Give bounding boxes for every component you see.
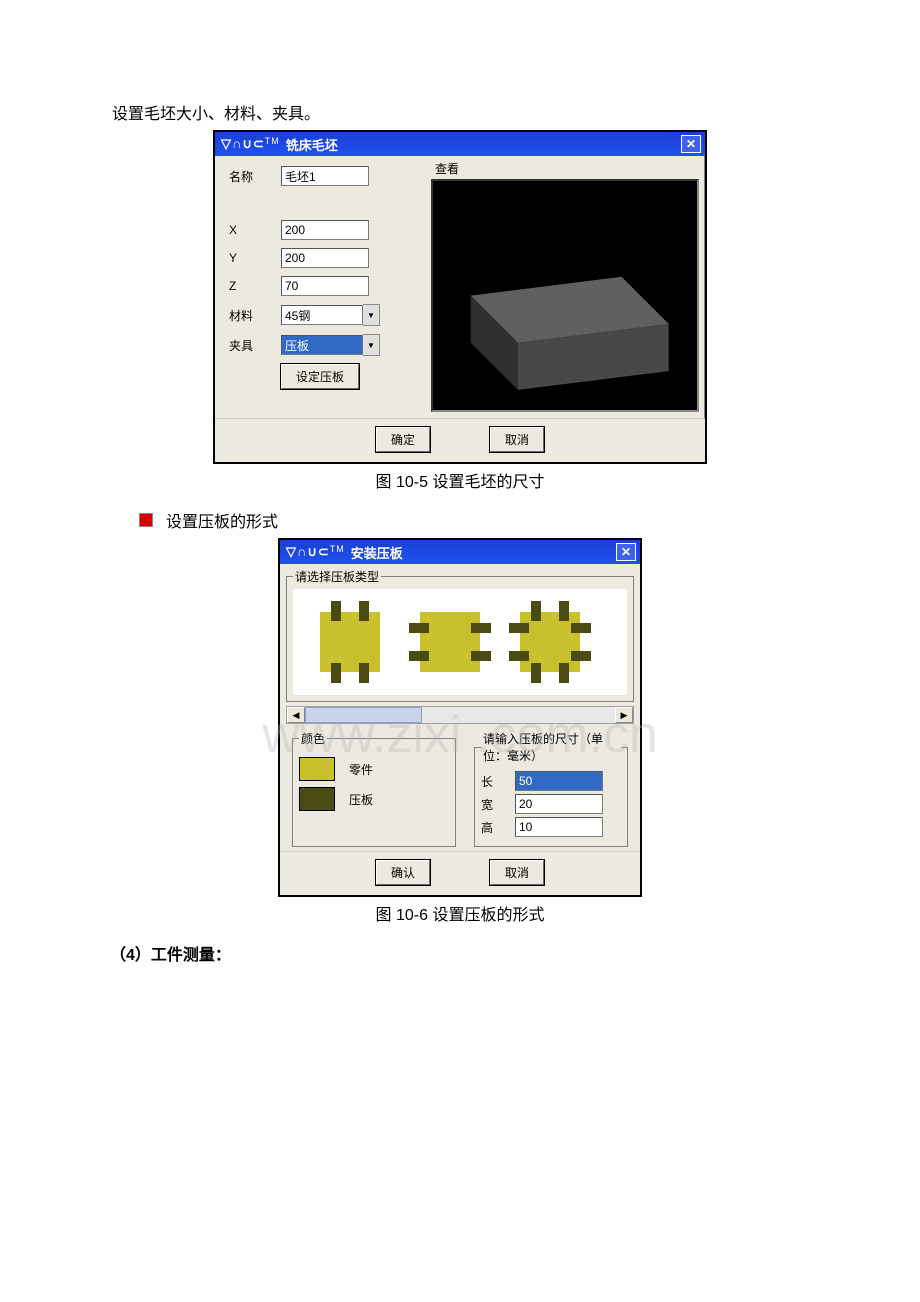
name-label: 名称 xyxy=(229,168,281,185)
dialog-install-clamp: ▽∩∪⊂TM 安装压板 ✕ 请选择压板类型 xyxy=(278,538,642,897)
part-color-label: 零件 xyxy=(349,761,373,778)
titlebar: ▽∩∪⊂TM 安装压板 ✕ xyxy=(280,540,640,564)
clamp-type-option[interactable] xyxy=(411,603,489,681)
cancel-button[interactable]: 取消 xyxy=(490,860,544,885)
ok-button[interactable]: 确定 xyxy=(376,427,430,452)
figure-caption-2: 图 10-6 设置压板的形式 xyxy=(376,901,545,925)
y-label: Y xyxy=(229,251,281,265)
width-label: 宽 xyxy=(481,796,501,813)
dialog-milling-blank: ▽∩∪⊂TM 铣床毛坯 ✕ 名称 X xyxy=(213,130,707,464)
fixture-label: 夹具 xyxy=(229,337,281,354)
set-clamp-button[interactable]: 设定压板 xyxy=(281,364,359,389)
width-input[interactable] xyxy=(515,794,603,814)
clamp-color-swatch xyxy=(299,787,335,811)
close-icon[interactable]: ✕ xyxy=(616,543,636,561)
z-input[interactable] xyxy=(281,276,369,296)
close-icon[interactable]: ✕ xyxy=(681,135,701,153)
dimensions-group: 请输入压板的尺寸（单位：毫米） 长 宽 高 xyxy=(474,730,628,847)
length-input[interactable] xyxy=(515,771,603,791)
confirm-button[interactable]: 确认 xyxy=(376,860,430,885)
scroll-thumb[interactable] xyxy=(305,707,422,723)
fixture-select[interactable] xyxy=(281,335,363,355)
z-label: Z xyxy=(229,279,281,293)
cancel-button[interactable]: 取消 xyxy=(490,427,544,452)
clamp-color-label: 压板 xyxy=(349,791,373,808)
dialog-title: 铣床毛坯 xyxy=(286,135,338,154)
height-label: 高 xyxy=(481,819,501,836)
dialog-title: 安装压板 xyxy=(351,543,403,562)
color-legend: 颜色 xyxy=(299,730,327,747)
bullet-icon xyxy=(140,514,152,526)
titlebar: ▽∩∪⊂TM 铣床毛坯 ✕ xyxy=(215,132,705,156)
clamp-type-legend: 请选择压板类型 xyxy=(293,568,381,585)
bullet-text: 设置压板的形式 xyxy=(166,508,278,532)
intro-text: 设置毛坯大小、材料、夹具。 xyxy=(80,100,840,124)
block-3d-icon xyxy=(433,181,697,410)
chevron-down-icon[interactable]: ▼ xyxy=(363,334,380,356)
scroll-left-icon[interactable]: ◀ xyxy=(287,707,305,723)
name-input[interactable] xyxy=(281,166,369,186)
clamp-type-list xyxy=(293,589,627,695)
figure-caption-1: 图 10-5 设置毛坯的尺寸 xyxy=(376,468,545,492)
part-color-swatch xyxy=(299,757,335,781)
section-4-heading: （4）工件测量： xyxy=(110,941,840,965)
clamp-type-option[interactable] xyxy=(511,603,589,681)
preview-label: 查看 xyxy=(435,160,699,177)
chevron-down-icon[interactable]: ▼ xyxy=(363,304,380,326)
material-label: 材料 xyxy=(229,307,281,324)
app-logo: ▽∩∪⊂TM xyxy=(221,136,280,152)
scroll-right-icon[interactable]: ▶ xyxy=(615,707,633,723)
x-input[interactable] xyxy=(281,220,369,240)
clamp-type-group: 请选择压板类型 xyxy=(286,568,634,702)
material-select[interactable] xyxy=(281,305,363,325)
dimensions-legend: 请输入压板的尺寸（单位：毫米） xyxy=(481,730,621,764)
clamp-type-option[interactable] xyxy=(311,603,389,681)
color-group: 颜色 零件 压板 xyxy=(292,730,456,847)
horizontal-scrollbar[interactable]: ◀ ▶ xyxy=(286,706,634,724)
length-label: 长 xyxy=(481,773,501,790)
y-input[interactable] xyxy=(281,248,369,268)
preview-viewport xyxy=(431,179,699,412)
height-input[interactable] xyxy=(515,817,603,837)
x-label: X xyxy=(229,223,281,237)
app-logo: ▽∩∪⊂TM xyxy=(286,544,345,560)
